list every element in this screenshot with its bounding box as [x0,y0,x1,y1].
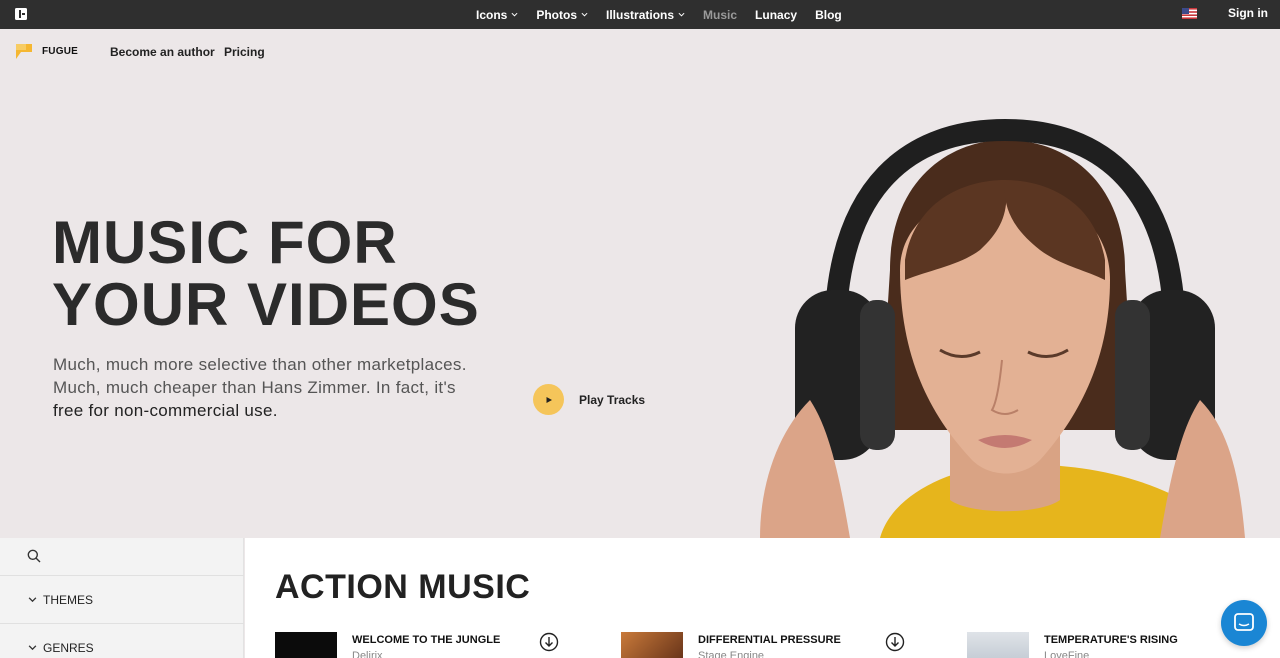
brand-name[interactable]: FUGUE [42,46,78,57]
chat-support-button[interactable] [1221,600,1267,646]
nav-music[interactable]: Music [703,8,737,22]
nav-photos[interactable]: Photos [536,8,588,22]
hero-subtitle-emphasis: free for non-commercial use. [53,401,278,420]
nav-label: Lunacy [755,7,798,22]
track-name[interactable]: WELCOME TO THE JUNGLE [352,634,500,646]
filter-label: GENRES [43,640,94,655]
filter-label: THEMES [43,592,94,607]
nav-label: Photos [536,7,578,22]
track-artist[interactable]: LoveFine [1044,650,1089,658]
chevron-down-icon [28,597,37,603]
play-tracks-label[interactable]: Play Tracks [579,393,645,407]
fugue-logo-icon[interactable] [16,44,34,59]
nav-illustrations[interactable]: Illustrations [606,8,685,22]
section-title: ACTION MUSIC [275,568,531,606]
filter-sidebar: THEMES GENRES [0,538,244,658]
sign-in-link[interactable]: Sign in [1228,6,1268,20]
tracks-section: ACTION MUSIC WELCOME TO THE JUNGLE Delir… [245,538,1280,658]
top-nav: Icons Photos Illustrations Music Lunacy … [476,0,842,29]
hero-title-line-1: MUSIC FOR [52,209,398,276]
search-icon[interactable] [27,549,41,563]
play-icon [546,396,552,403]
download-icon[interactable] [885,632,905,652]
filter-themes[interactable]: THEMES [0,576,244,624]
hero-subtitle: Much, much more selective than other mar… [53,353,513,422]
search-box[interactable] [0,538,244,576]
track-artist[interactable]: Delirix [352,650,383,658]
play-tracks-button[interactable] [533,384,564,415]
chevron-down-icon [28,645,37,651]
track-cover[interactable] [621,632,683,658]
track-item[interactable]: WELCOME TO THE JUNGLE Delirix [275,632,595,658]
track-artist[interactable]: Stage Engine [698,650,764,658]
nav-label: Icons [476,7,508,22]
download-icon[interactable] [539,632,559,652]
track-name[interactable]: DIFFERENTIAL PRESSURE [698,634,841,646]
nav-label: Blog [815,7,842,22]
hero-title-line-2: YOUR VIDEOS [52,271,480,338]
chevron-down-icon [678,12,685,17]
hero-photo-woman-headphones [760,118,1245,538]
nav-blog[interactable]: Blog [815,8,842,22]
fugue-header: FUGUE Become an author Pricing [0,29,1280,75]
track-item[interactable]: DIFFERENTIAL PRESSURE Stage Engine [621,632,941,658]
nav-label: Illustrations [606,7,675,22]
nav-icons[interactable]: Icons [476,8,518,22]
top-bar: Icons Photos Illustrations Music Lunacy … [0,0,1280,29]
become-author-link[interactable]: Become an author [110,45,215,59]
hero-subtitle-text: Much, much more selective than other mar… [53,355,467,397]
pricing-link[interactable]: Pricing [224,45,265,59]
nav-label: Music [703,7,738,22]
track-cover[interactable] [275,632,337,658]
icons8-logo-icon[interactable] [15,8,27,20]
hero-title: MUSIC FOR YOUR VIDEOS [52,212,480,336]
us-flag-icon[interactable] [1182,8,1197,19]
chat-icon [1234,613,1254,631]
chevron-down-icon [511,12,518,17]
filter-genres[interactable]: GENRES [0,624,244,658]
track-name[interactable]: TEMPERATURE'S RISING [1044,634,1178,646]
chevron-down-icon [581,12,588,17]
track-cover[interactable] [967,632,1029,658]
nav-lunacy[interactable]: Lunacy [755,8,797,22]
